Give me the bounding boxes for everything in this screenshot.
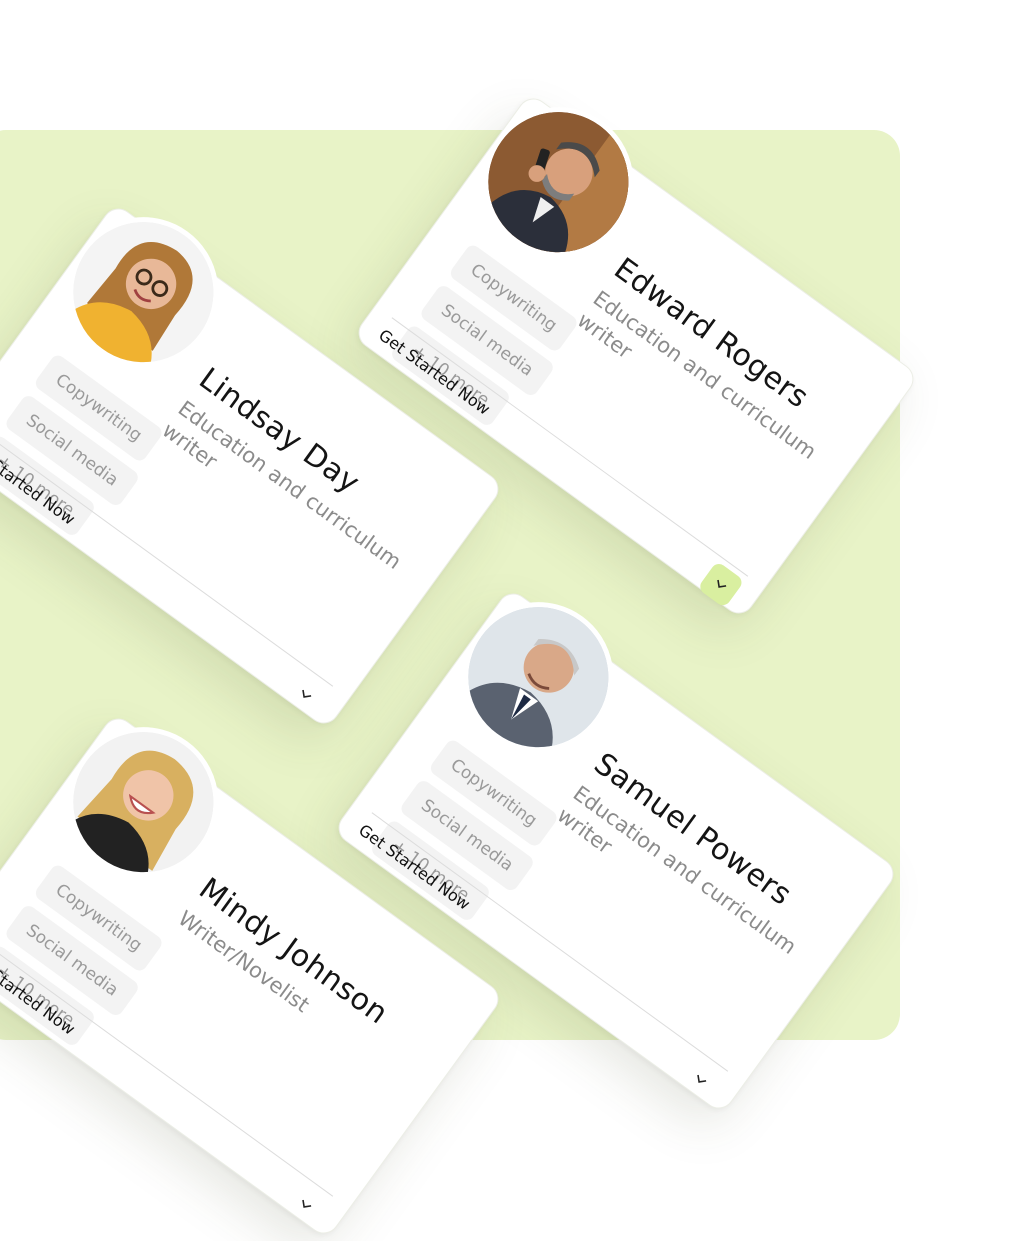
chevron-down-icon <box>697 1074 707 1083</box>
man-with-phone-portrait-icon <box>460 84 657 280</box>
chevron-down-icon <box>302 689 312 698</box>
chevron-down-icon <box>302 1199 312 1208</box>
chevron-down-icon <box>717 579 727 588</box>
